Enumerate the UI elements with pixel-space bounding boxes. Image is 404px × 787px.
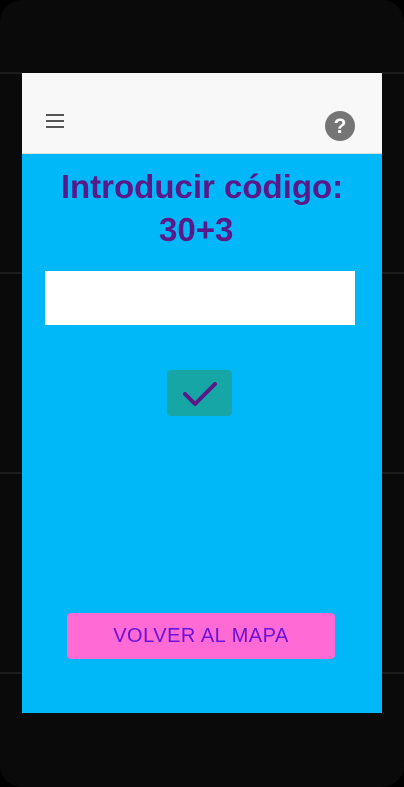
phone-frame: ? Introducir código: 30+3 VOLVER AL MAPA bbox=[0, 0, 404, 787]
check-icon bbox=[183, 382, 217, 406]
bezel-line bbox=[382, 472, 404, 474]
hamburger-menu-icon[interactable] bbox=[44, 111, 68, 131]
bezel-line bbox=[382, 72, 404, 74]
app-screen: ? Introducir código: 30+3 VOLVER AL MAPA bbox=[22, 73, 382, 713]
bezel-line bbox=[0, 272, 22, 274]
code-challenge: 30+3 bbox=[159, 211, 234, 248]
bezel-line bbox=[0, 472, 22, 474]
top-toolbar: ? bbox=[22, 73, 382, 154]
bezel-line bbox=[382, 272, 404, 274]
back-to-map-button[interactable]: VOLVER AL MAPA bbox=[67, 613, 335, 659]
bezel-line bbox=[0, 672, 22, 674]
help-circle-icon[interactable]: ? bbox=[324, 110, 356, 142]
bezel-line bbox=[382, 672, 404, 674]
page-title: Introducir código: bbox=[60, 168, 344, 205]
confirm-button[interactable] bbox=[167, 370, 232, 416]
svg-text:?: ? bbox=[334, 115, 347, 138]
code-input[interactable] bbox=[45, 271, 355, 325]
bezel-line bbox=[0, 72, 22, 74]
